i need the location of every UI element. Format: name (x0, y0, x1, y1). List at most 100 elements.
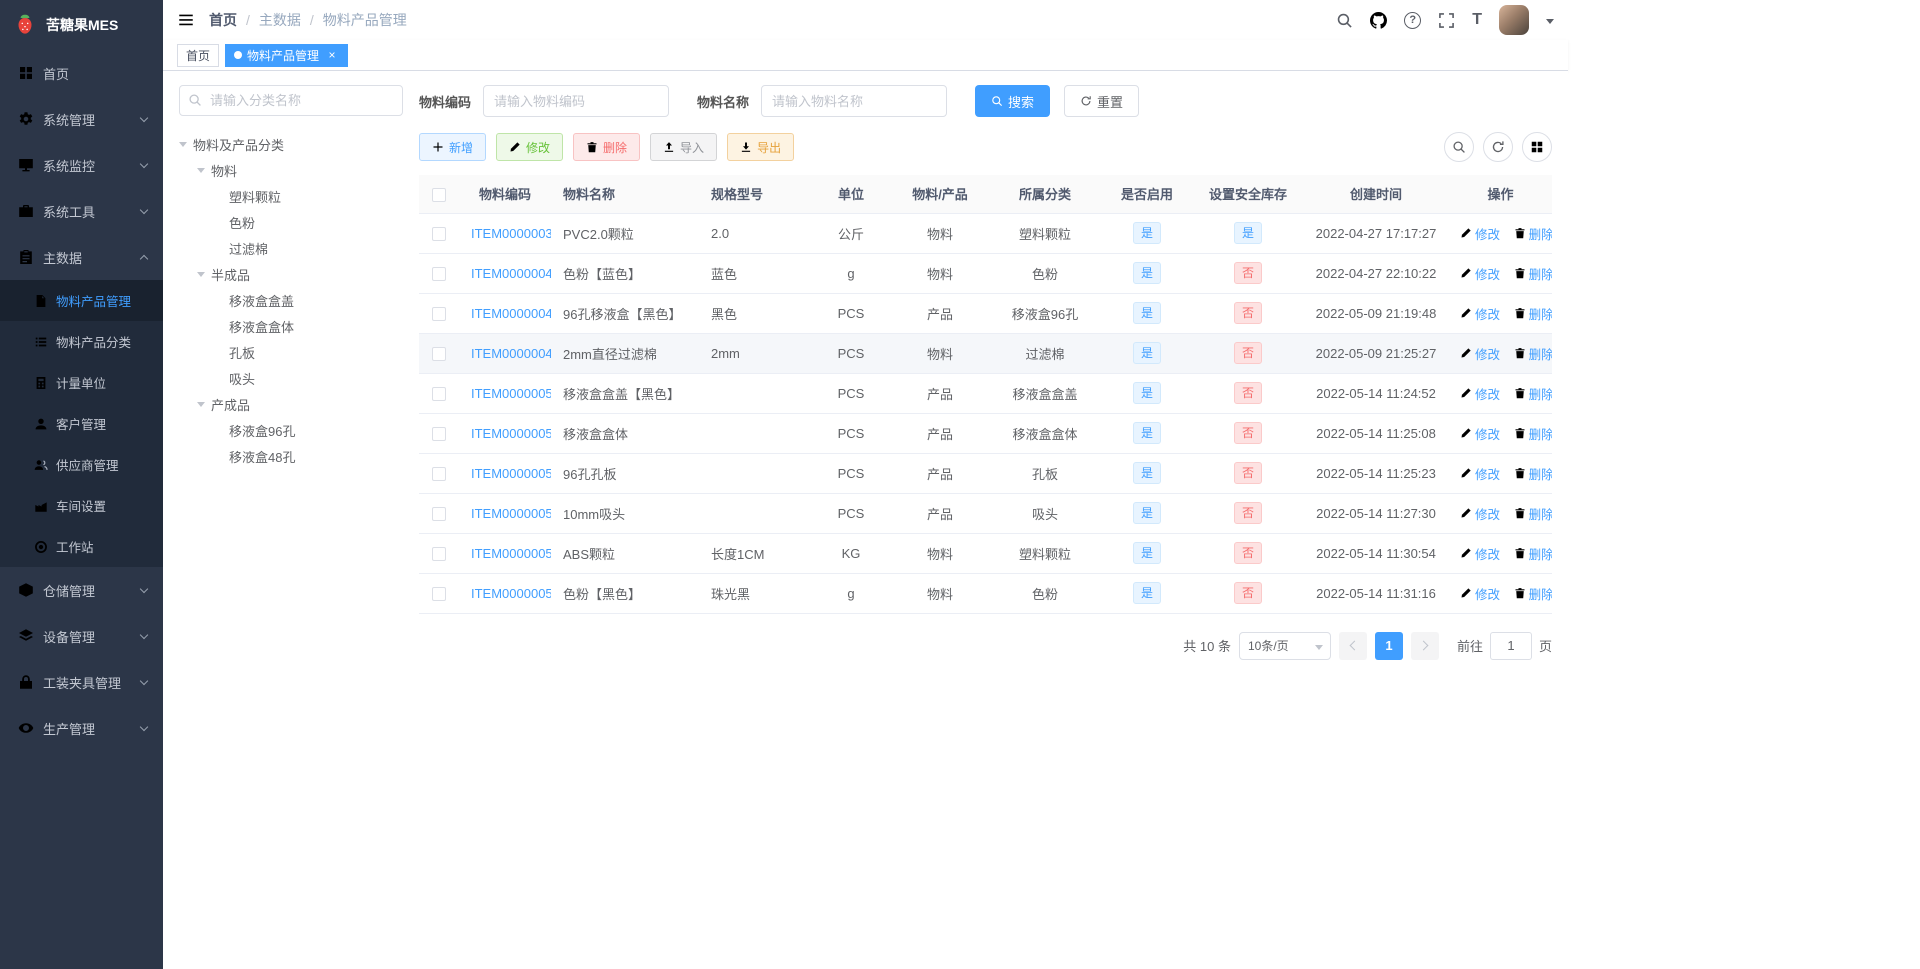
row-edit-link[interactable]: 修改 (1460, 264, 1500, 283)
tree-node[interactable]: 物料 (179, 157, 403, 183)
row-delete-link[interactable]: 删除 (1514, 224, 1552, 243)
tree-node[interactable]: 半成品 (179, 261, 403, 287)
sidebar-item-fixture-management[interactable]: 工装夹具管理 (0, 659, 163, 705)
toggle-search-button[interactable] (1444, 132, 1474, 162)
sidebar-item-workshop-settings[interactable]: 车间设置 (0, 485, 163, 526)
columns-button[interactable] (1522, 132, 1552, 162)
delete-button[interactable]: 删除 (573, 133, 641, 161)
row-edit-link[interactable]: 修改 (1460, 304, 1500, 323)
tree-caret-icon[interactable] (179, 141, 187, 147)
tree-caret-icon[interactable] (197, 271, 205, 277)
row-edit-link[interactable]: 修改 (1460, 384, 1500, 403)
row-checkbox[interactable] (432, 386, 446, 401)
row-edit-link[interactable]: 修改 (1460, 464, 1500, 483)
row-delete-link[interactable]: 删除 (1514, 264, 1552, 283)
row-delete-link[interactable]: 删除 (1514, 504, 1552, 523)
add-button[interactable]: 新增 (419, 133, 487, 161)
edit-button[interactable]: 修改 (496, 133, 564, 161)
row-checkbox[interactable] (432, 586, 446, 601)
sidebar-item-customer-management[interactable]: 客户管理 (0, 403, 163, 444)
material-name-input[interactable] (761, 85, 948, 117)
refresh-button[interactable] (1483, 132, 1513, 162)
sidebar-item-material-product-management[interactable]: 物料产品管理 (0, 280, 163, 321)
row-checkbox[interactable] (432, 346, 446, 361)
sidebar-item-production-management[interactable]: 生产管理 (0, 705, 163, 751)
tree-node[interactable]: 色粉 (179, 209, 403, 235)
row-checkbox[interactable] (432, 306, 446, 321)
sidebar-item-master-data[interactable]: 主数据 (0, 234, 163, 280)
font-size-icon[interactable]: T (1472, 12, 1482, 28)
row-edit-link[interactable]: 修改 (1460, 344, 1500, 363)
material-code-link[interactable]: ITEM00000052 (471, 426, 551, 441)
tree-node[interactable]: 产成品 (179, 391, 403, 417)
row-checkbox[interactable] (432, 266, 446, 281)
github-icon[interactable] (1370, 12, 1387, 29)
breadcrumb-home[interactable]: 首页 (209, 10, 237, 30)
material-code-link[interactable]: ITEM00000046 (471, 306, 551, 321)
tree-node[interactable]: 孔板 (179, 339, 403, 365)
row-delete-link[interactable]: 删除 (1514, 544, 1552, 563)
sidebar-item-home[interactable]: 首页 (0, 50, 163, 96)
tag-home[interactable]: 首页 (177, 43, 220, 67)
material-code-link[interactable]: ITEM00000056 (471, 586, 551, 601)
page-size-select[interactable]: 10条/页 (1238, 631, 1331, 660)
search-button[interactable]: 搜索 (975, 85, 1051, 117)
search-icon[interactable] (1336, 12, 1353, 29)
row-checkbox[interactable] (432, 506, 446, 521)
material-code-link[interactable]: ITEM00000049 (471, 346, 551, 361)
help-icon[interactable]: ? (1404, 11, 1422, 29)
material-code-link[interactable]: ITEM00000051 (471, 386, 551, 401)
breadcrumb-master-data[interactable]: 主数据 (259, 10, 301, 30)
select-all-checkbox[interactable] (432, 187, 446, 202)
material-code-link[interactable]: ITEM00000037 (471, 226, 551, 241)
row-delete-link[interactable]: 删除 (1514, 424, 1552, 443)
tree-node[interactable]: 塑料颗粒 (179, 183, 403, 209)
reset-button[interactable]: 重置 (1064, 85, 1140, 117)
row-checkbox[interactable] (432, 426, 446, 441)
next-page-button[interactable] (1410, 631, 1439, 660)
tree-node[interactable]: 移液盒48孔 (179, 443, 403, 469)
material-code-input[interactable] (483, 85, 670, 117)
tree-node[interactable]: 过滤棉 (179, 235, 403, 261)
material-code-link[interactable]: ITEM00000053 (471, 466, 551, 481)
import-button[interactable]: 导入 (650, 133, 718, 161)
tree-node[interactable]: 移液盒96孔 (179, 417, 403, 443)
row-checkbox[interactable] (432, 226, 446, 241)
material-code-link[interactable]: ITEM00000054 (471, 506, 551, 521)
row-edit-link[interactable]: 修改 (1460, 584, 1500, 603)
row-delete-link[interactable]: 删除 (1514, 464, 1552, 483)
sidebar-item-system-monitor[interactable]: 系统监控 (0, 142, 163, 188)
current-page-button[interactable]: 1 (1374, 631, 1403, 660)
material-code-link[interactable]: ITEM00000055 (471, 546, 551, 561)
category-search-input[interactable] (179, 85, 403, 116)
tree-node[interactable]: 移液盒盒盖 (179, 287, 403, 313)
row-checkbox[interactable] (432, 466, 446, 481)
tree-node[interactable]: 物料及产品分类 (179, 131, 403, 157)
sidebar-item-warehouse-management[interactable]: 仓储管理 (0, 567, 163, 613)
export-button[interactable]: 导出 (727, 133, 795, 161)
row-edit-link[interactable]: 修改 (1460, 544, 1500, 563)
material-code-link[interactable]: ITEM00000041 (471, 266, 551, 281)
sidebar-item-system-management[interactable]: 系统管理 (0, 96, 163, 142)
row-edit-link[interactable]: 修改 (1460, 224, 1500, 243)
row-delete-link[interactable]: 删除 (1514, 304, 1552, 323)
tree-node[interactable]: 吸头 (179, 365, 403, 391)
row-delete-link[interactable]: 删除 (1514, 584, 1552, 603)
app-logo[interactable]: 苦糖果MES (0, 0, 163, 50)
sidebar-item-workstation[interactable]: 工作站 (0, 526, 163, 567)
row-edit-link[interactable]: 修改 (1460, 424, 1500, 443)
sidebar-item-device-management[interactable]: 设备管理 (0, 613, 163, 659)
tag-close-icon[interactable]: × (325, 48, 339, 62)
hamburger-icon[interactable] (177, 11, 195, 29)
goto-page-input[interactable] (1489, 631, 1532, 660)
tree-caret-icon[interactable] (197, 401, 205, 407)
row-checkbox[interactable] (432, 546, 446, 561)
tree-caret-icon[interactable] (197, 167, 205, 173)
sidebar-item-measure-unit[interactable]: 计量单位 (0, 362, 163, 403)
row-delete-link[interactable]: 删除 (1514, 384, 1552, 403)
row-delete-link[interactable]: 删除 (1514, 344, 1552, 363)
row-edit-link[interactable]: 修改 (1460, 504, 1500, 523)
prev-page-button[interactable] (1338, 631, 1367, 660)
tree-node[interactable]: 移液盒盒体 (179, 313, 403, 339)
sidebar-item-material-product-category[interactable]: 物料产品分类 (0, 321, 163, 362)
